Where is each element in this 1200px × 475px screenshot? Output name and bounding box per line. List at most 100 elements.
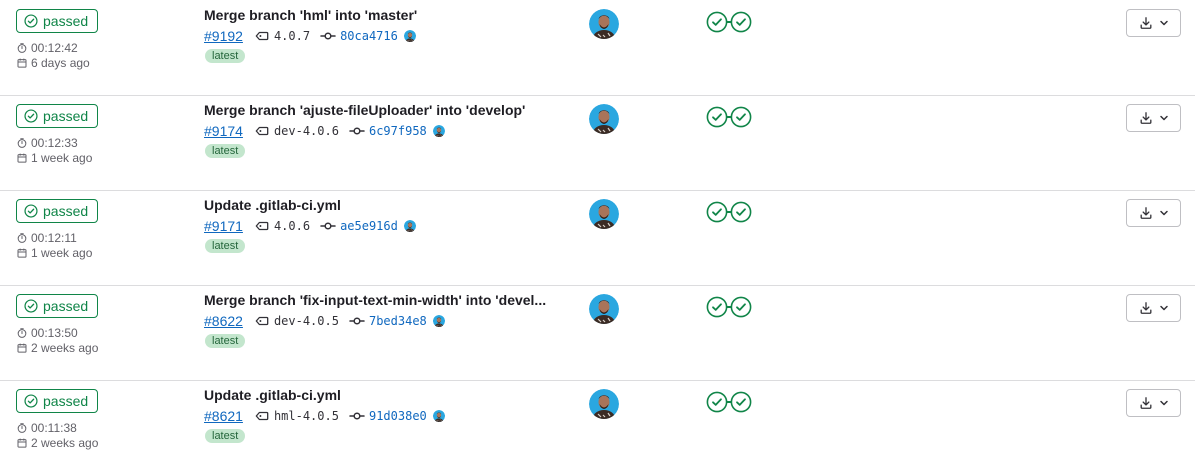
status-success-icon xyxy=(24,109,38,123)
status-label: passed xyxy=(43,13,89,29)
commit-sha-link[interactable]: 7bed34e8 xyxy=(369,314,427,328)
tag-icon xyxy=(255,409,269,423)
status-badge[interactable]: passed xyxy=(16,104,98,128)
duration-text: 00:13:50 xyxy=(31,326,78,340)
status-label: passed xyxy=(43,393,89,409)
commit-icon xyxy=(320,28,336,44)
finished-time: 6 days ago xyxy=(17,56,90,70)
latest-badge: latest xyxy=(205,49,246,63)
finished-ago-text: 2 weeks ago xyxy=(31,436,99,450)
download-icon xyxy=(1139,396,1153,410)
status-label: passed xyxy=(43,203,89,219)
timer-icon xyxy=(17,233,27,243)
duration: 00:12:11 xyxy=(17,231,77,245)
duration: 00:11:38 xyxy=(17,421,77,435)
pipeline-id-link[interactable]: #8622 xyxy=(204,313,243,329)
commit-title[interactable]: Merge branch 'hml' into 'master' xyxy=(204,7,417,23)
status-badge[interactable]: passed xyxy=(16,389,98,413)
commit-icon xyxy=(349,408,365,424)
finished-ago-text: 1 week ago xyxy=(31,246,93,260)
download-icon xyxy=(1139,111,1153,125)
duration-text: 00:12:11 xyxy=(31,231,77,245)
pipeline-list: passed 00:12:42 6 days ago Merge branch 'hm… xyxy=(0,0,1200,461)
download-icon xyxy=(1139,16,1153,30)
ref-link[interactable]: 4.0.7 xyxy=(274,29,310,43)
pipeline-row: passed 00:12:33 1 week ago Merge branch 'aj… xyxy=(0,95,1195,191)
finished-ago-text: 6 days ago xyxy=(31,56,90,70)
pipeline-id-line: #8621 hml-4.0.5 91d038e0 xyxy=(204,407,445,425)
status-label: passed xyxy=(43,108,89,124)
finished-time: 1 week ago xyxy=(17,246,92,260)
calendar-icon xyxy=(17,58,27,68)
pipeline-id-link[interactable]: #8621 xyxy=(204,408,243,424)
calendar-icon xyxy=(17,153,27,163)
ref-link[interactable]: hml-4.0.5 xyxy=(274,409,339,423)
commit-title[interactable]: Merge branch 'fix-input-text-min-width' … xyxy=(204,292,546,308)
pipeline-id-link[interactable]: #9174 xyxy=(204,123,243,139)
commit-sha-link[interactable]: 91d038e0 xyxy=(369,409,427,423)
pipeline-id-link[interactable]: #9192 xyxy=(204,28,243,44)
commit-title[interactable]: Merge branch 'ajuste-fileUploader' into … xyxy=(204,102,525,118)
status-label: passed xyxy=(43,298,89,314)
commit-icon xyxy=(349,313,365,329)
duration-text: 00:12:33 xyxy=(31,136,78,150)
stage-check-circle-icon[interactable] xyxy=(706,391,728,413)
stage-check-circle-icon[interactable] xyxy=(706,201,728,223)
chevron-down-icon xyxy=(1159,18,1169,28)
tag-icon xyxy=(255,314,269,328)
latest-badge: latest xyxy=(205,429,246,443)
timer-icon xyxy=(17,138,27,148)
commit-author-avatar[interactable] xyxy=(398,30,416,42)
download-icon xyxy=(1139,301,1153,315)
duration: 00:12:42 xyxy=(17,41,78,55)
stage-check-circle-icon[interactable] xyxy=(730,296,752,318)
tag-icon xyxy=(255,219,269,233)
stage-check-circle-icon[interactable] xyxy=(706,106,728,128)
stage-check-circle-icon[interactable] xyxy=(730,11,752,33)
status-badge[interactable]: passed xyxy=(16,199,98,223)
chevron-down-icon xyxy=(1159,113,1169,123)
ref-link[interactable]: 4.0.6 xyxy=(274,219,310,233)
pipeline-stages xyxy=(706,391,752,413)
stage-check-circle-icon[interactable] xyxy=(706,11,728,33)
commit-title[interactable]: Update .gitlab-ci.yml xyxy=(204,387,341,403)
finished-time: 2 weeks ago xyxy=(17,341,98,355)
commit-author-avatar[interactable] xyxy=(427,410,445,422)
finished-ago-text: 1 week ago xyxy=(31,151,93,165)
stage-check-circle-icon[interactable] xyxy=(730,391,752,413)
stage-check-circle-icon[interactable] xyxy=(730,201,752,223)
tag-icon xyxy=(255,29,269,43)
commit-sha-link[interactable]: 6c97f958 xyxy=(369,124,427,138)
pipeline-id-line: #9171 4.0.6 ae5e916d xyxy=(204,217,416,235)
latest-badge: latest xyxy=(205,144,246,158)
timer-icon xyxy=(17,423,27,433)
ref-link[interactable]: dev-4.0.6 xyxy=(274,124,339,138)
artifacts-download-button[interactable] xyxy=(1126,9,1181,37)
commit-author-avatar[interactable] xyxy=(427,125,445,137)
chevron-down-icon xyxy=(1159,303,1169,313)
timer-icon xyxy=(17,43,27,53)
artifacts-download-button[interactable] xyxy=(1126,199,1181,227)
status-success-icon xyxy=(24,299,38,313)
artifacts-download-button[interactable] xyxy=(1126,104,1181,132)
tag-icon xyxy=(255,124,269,138)
pipeline-id-link[interactable]: #9171 xyxy=(204,218,243,234)
artifacts-download-button[interactable] xyxy=(1126,389,1181,417)
status-success-icon xyxy=(24,394,38,408)
commit-author-avatar[interactable] xyxy=(398,220,416,232)
status-badge[interactable]: passed xyxy=(16,294,98,318)
chevron-down-icon xyxy=(1159,208,1169,218)
status-badge[interactable]: passed xyxy=(16,9,98,33)
commit-sha-link[interactable]: 80ca4716 xyxy=(340,29,398,43)
finished-time: 2 weeks ago xyxy=(17,436,98,450)
commit-title[interactable]: Update .gitlab-ci.yml xyxy=(204,197,341,213)
stage-check-circle-icon[interactable] xyxy=(706,296,728,318)
duration: 00:12:33 xyxy=(17,136,78,150)
ref-link[interactable]: dev-4.0.5 xyxy=(274,314,339,328)
pipeline-stages xyxy=(706,296,752,318)
calendar-icon xyxy=(17,343,27,353)
artifacts-download-button[interactable] xyxy=(1126,294,1181,322)
stage-check-circle-icon[interactable] xyxy=(730,106,752,128)
commit-sha-link[interactable]: ae5e916d xyxy=(340,219,398,233)
commit-author-avatar[interactable] xyxy=(427,315,445,327)
